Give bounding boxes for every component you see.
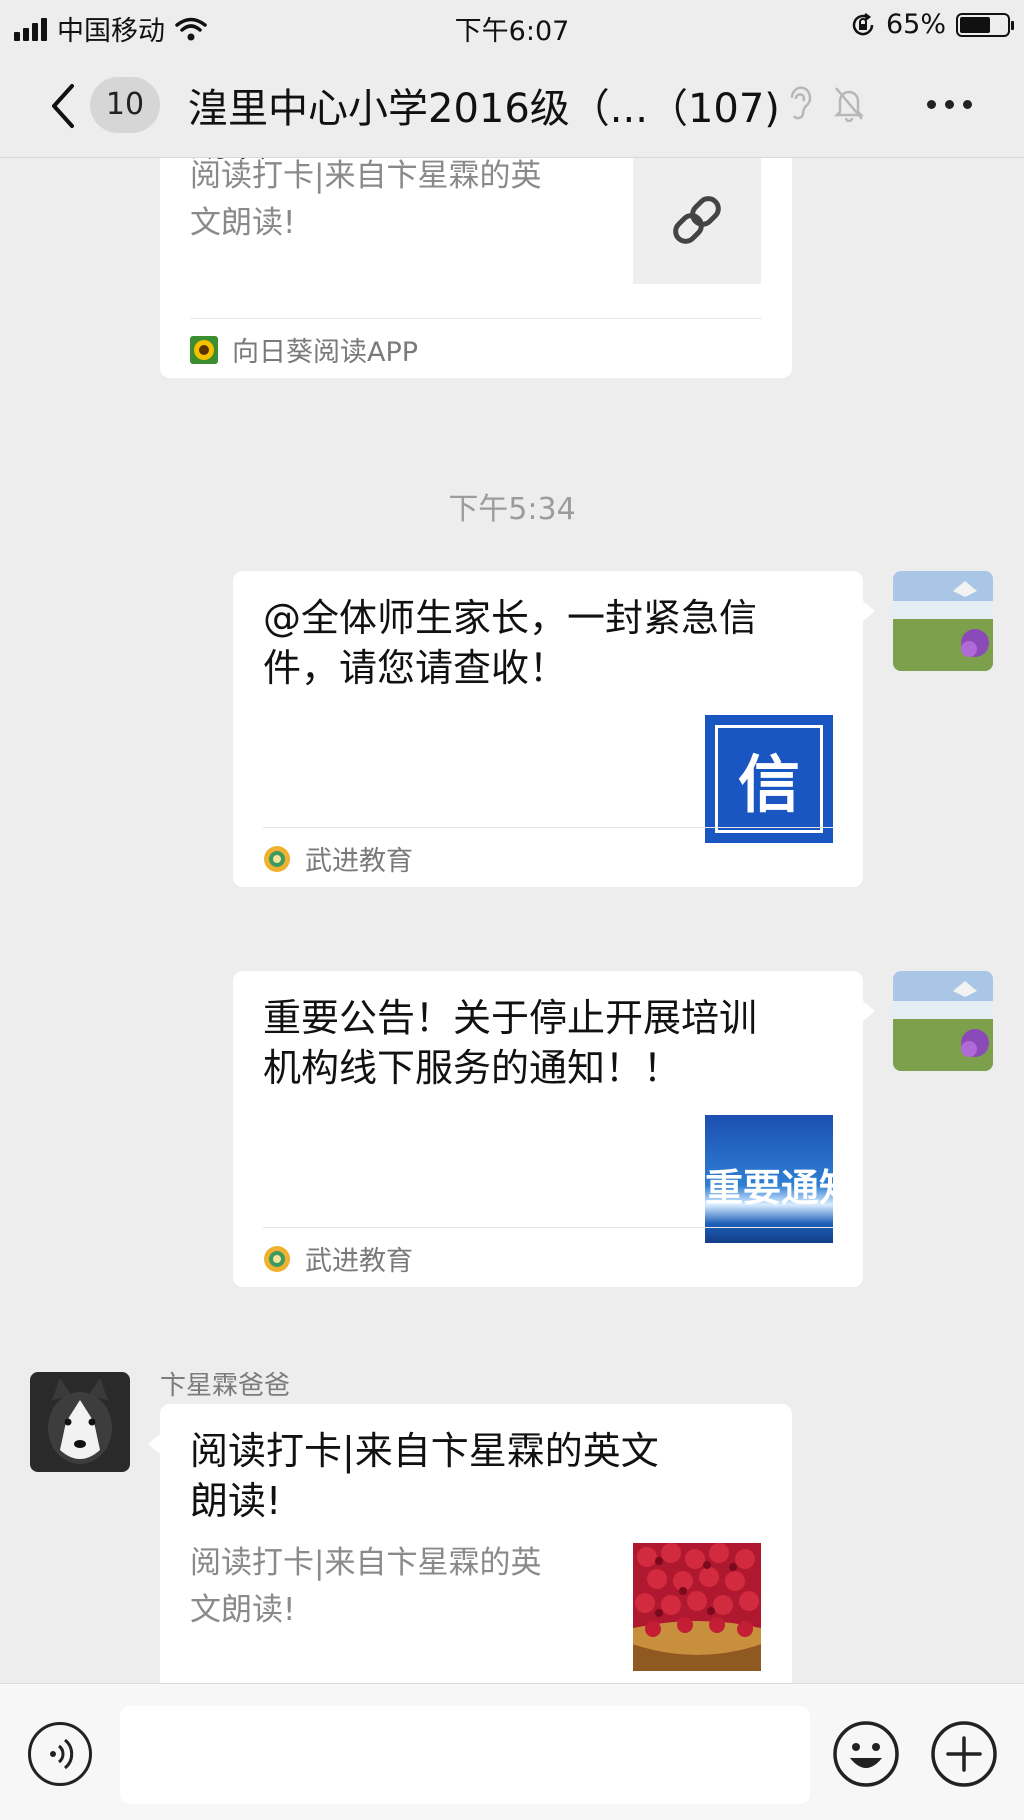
plus-icon[interactable] [930,1720,998,1788]
link-card-desc-line2: 文朗读! [190,205,296,241]
notice-thumb-text: 重要通知 [705,1165,833,1210]
voice-icon [50,1738,74,1770]
my-avatar[interactable] [893,571,993,671]
bubble-tail [863,1001,875,1021]
link-card-desc-line1: 阅读打卡|来自卞星霖的英 [190,158,542,194]
time-separator: 下午5:34 [448,492,576,527]
chat-header: 10 湟里中心小学2016级（...（107) [0,52,1024,158]
message-source: 武进教育 [263,1239,413,1278]
link-card-reading[interactable]: 朗读! 阅读打卡|来自卞星霖的英 文朗读! 向日葵阅读APP [160,158,792,378]
source-label: 武进教育 [305,1246,413,1277]
battery-percent: 65% [885,9,946,40]
sender-name: 卞星霖爸爸 [160,1371,291,1401]
link-card-source: 向日葵阅读APP [190,330,418,369]
message-title-line1: 重要公告！关于停止开展培训 [263,996,758,1040]
landscape-avatar-image [893,571,993,671]
bubble-tail [148,1434,160,1454]
wujin-edu-icon [264,1245,290,1272]
cranberry-thumbnail [629,1543,765,1671]
my-avatar[interactable] [893,971,993,1071]
back-icon[interactable] [44,76,84,136]
link-icon [673,196,721,244]
bubble-tail [863,601,875,621]
link-card-desc-line1: 阅读打卡|来自卞星霖的英 [190,1545,542,1581]
orientation-lock-icon [852,12,874,35]
landscape-avatar-image [893,971,993,1071]
wujin-edu-icon [264,845,290,872]
unread-count-badge[interactable]: 10 [90,77,160,133]
emoji-icon[interactable] [832,1720,900,1788]
link-card-title-line2: 朗读! [190,1479,282,1523]
source-label: 向日葵阅读APP [232,337,419,368]
ear-icon [790,86,812,120]
more-icon[interactable] [927,100,972,109]
chat-title: 湟里中心小学2016级（...（107) [188,86,780,132]
chat-status-icons [786,84,866,122]
message-title-line1: @全体师生家长，一封紧急信 [263,596,758,640]
letter-thumbnail: 信 [705,715,833,843]
message-card-letter[interactable]: @全体师生家长，一封紧急信 件，请您请查收！ 信 武进教育 [233,571,875,887]
link-thumbnail [633,158,761,284]
message-title-line2: 件，请您请查收！ [263,646,568,690]
message-card-notice[interactable]: 重要公告！关于停止开展培训 机构线下服务的通知！！ 重要通知 武进教育 [233,971,875,1287]
mute-bell-icon [833,87,865,122]
cranberry-image [629,1543,765,1671]
letter-thumb-frame: 信 [715,725,823,833]
battery-icon [956,12,1014,37]
card-divider [190,318,762,319]
message-title-line2: 机构线下服务的通知！！ [263,1046,682,1090]
card-divider [263,1227,833,1228]
status-bar: 中国移动 下午6:07 65% [0,0,1024,52]
message-source: 武进教育 [263,839,413,878]
link-card-desc-line2: 文朗读! [190,1592,296,1628]
link-card-reading[interactable]: 阅读打卡|来自卞星霖的英文 朗读! 阅读打卡|来自卞星霖的英 文朗读! [148,1404,792,1683]
husky-avatar-image [30,1372,130,1472]
sunflower-icon [190,335,218,364]
voice-button[interactable] [28,1722,92,1786]
link-card-title-line1: 阅读打卡|来自卞星霖的英文 [190,1429,659,1473]
card-divider [263,827,833,828]
message-list[interactable]: 朗读! 阅读打卡|来自卞星霖的英 文朗读! 向日葵阅读APP 下午5:34 @全… [0,158,1024,1683]
letter-thumb-text: 信 [737,748,800,821]
notice-thumbnail: 重要通知 [705,1115,833,1243]
input-bar [0,1683,1024,1820]
sender-avatar[interactable] [30,1372,130,1472]
source-label: 武进教育 [305,846,413,877]
status-right: 65% [850,9,1014,40]
message-input[interactable] [120,1706,810,1804]
